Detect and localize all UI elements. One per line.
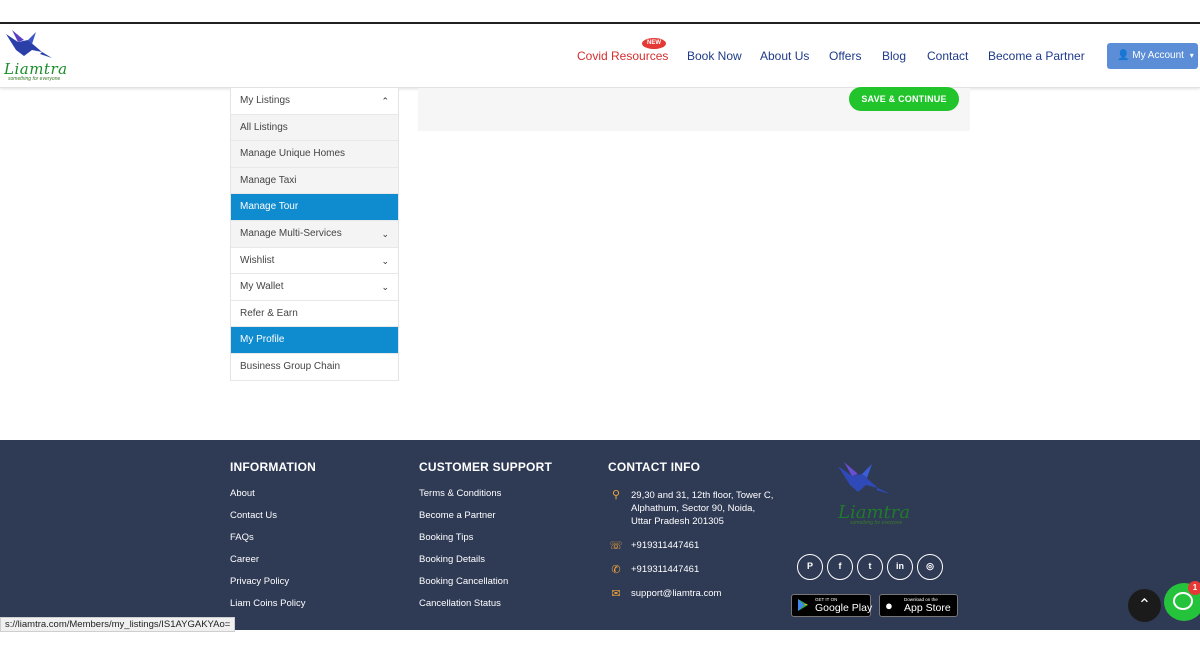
address-line-3: Uttar Pradesh 201305: [631, 516, 724, 527]
dashboard-sidebar: My Listings ⌃ All Listings Manage Unique…: [230, 88, 399, 381]
liamtra-logo[interactable]: Liamtra something for everyone: [0, 26, 70, 86]
footer-link-booking-details[interactable]: Booking Details: [419, 554, 485, 565]
sidebar-item-label: My Listings: [240, 95, 291, 106]
footer-heading-contact-info: CONTACT INFO: [608, 460, 701, 474]
sidebar-item-label: Manage Unique Homes: [240, 148, 346, 160]
footer-link-booking-cancellation[interactable]: Booking Cancellation: [419, 576, 508, 587]
apple-icon: ●: [885, 598, 893, 613]
nav-about-us[interactable]: About Us: [760, 49, 809, 69]
my-account-label: My Account: [1132, 50, 1184, 61]
chevron-down-icon: ⌄: [381, 255, 389, 266]
sidebar-item-my-wallet[interactable]: My Wallet ⌄: [231, 274, 398, 301]
my-account-button[interactable]: 👤 My Account ▾: [1107, 43, 1198, 69]
sidebar-item-refer-earn[interactable]: Refer & Earn: [231, 300, 398, 328]
logo-tagline: something for everyone: [8, 76, 61, 82]
address-line-2: Alphathum, Sector 90, Noida,: [631, 503, 756, 514]
page: Liamtra something for everyone NEW Covid…: [0, 0, 1200, 650]
sidebar-item-label: Refer & Earn: [240, 307, 298, 319]
facebook-icon[interactable]: f: [827, 554, 853, 580]
chat-notification-badge: 1: [1188, 581, 1200, 595]
footer-link-about[interactable]: About: [230, 488, 255, 499]
sidebar-item-label: Business Group Chain: [240, 360, 341, 372]
footer-link-faqs[interactable]: FAQs: [230, 532, 254, 543]
twitter-icon[interactable]: t: [857, 554, 883, 580]
chat-widget-button[interactable]: 1: [1164, 581, 1200, 621]
user-icon: 👤: [1117, 50, 1130, 61]
app-store-large-text: App Store: [904, 602, 951, 614]
footer-link-liam-coins-policy[interactable]: Liam Coins Policy: [230, 598, 306, 609]
footer-link-career[interactable]: Career: [230, 554, 259, 565]
chevron-down-icon: ⌄: [381, 228, 389, 239]
email-icon: ✉: [611, 588, 621, 600]
footer-link-cancellation-status[interactable]: Cancellation Status: [419, 598, 501, 609]
sidebar-item-label: Manage Multi-Services: [240, 227, 342, 239]
sidebar-item-label: My Wallet: [240, 281, 284, 293]
footer-logo-tagline: something for everyone: [850, 520, 903, 526]
footer-heading-information: INFORMATION: [230, 460, 316, 474]
footer-link-terms[interactable]: Terms & Conditions: [419, 488, 501, 499]
sidebar-item-my-listings[interactable]: My Listings ⌃: [231, 88, 398, 115]
sidebar-item-label: Wishlist: [240, 254, 275, 266]
sidebar-item-manage-taxi[interactable]: Manage Taxi: [231, 167, 398, 195]
browser-status-url: s://liamtra.com/Members/my_listings/IS1A…: [0, 617, 236, 632]
chevron-up-icon: ⌃: [381, 96, 389, 106]
chevron-down-icon: ⌄: [381, 282, 389, 293]
footer-link-privacy-policy[interactable]: Privacy Policy: [230, 576, 289, 587]
sidebar-item-label: Manage Taxi: [240, 174, 297, 186]
phone-icon: ☏: [609, 540, 623, 552]
nav-covid-resources[interactable]: Covid Resources: [577, 49, 668, 69]
sidebar-item-manage-tour[interactable]: Manage Tour: [231, 194, 398, 221]
google-play-icon: [798, 599, 808, 611]
sidebar-item-all-listings[interactable]: All Listings: [231, 114, 398, 142]
site-footer: INFORMATION About Contact Us FAQs Career…: [0, 440, 1200, 630]
nav-offers[interactable]: Offers: [829, 49, 861, 69]
nav-become-partner[interactable]: Become a Partner: [988, 49, 1085, 69]
google-play-large-text: Google Play: [815, 602, 873, 614]
footer-heading-customer-support: CUSTOMER SUPPORT: [419, 460, 552, 474]
phone-number[interactable]: +919311447461: [631, 539, 699, 552]
whatsapp-icon: ✆: [611, 564, 621, 576]
footer-link-booking-tips[interactable]: Booking Tips: [419, 532, 473, 543]
linkedin-icon[interactable]: in: [887, 554, 913, 580]
instagram-icon[interactable]: ◎: [917, 554, 943, 580]
pinterest-icon[interactable]: P: [797, 554, 823, 580]
whatsapp-number[interactable]: +919311447461: [631, 563, 699, 576]
new-badge: NEW: [642, 38, 666, 49]
sidebar-item-manage-unique-homes[interactable]: Manage Unique Homes: [231, 141, 398, 168]
save-continue-button[interactable]: SAVE & CONTINUE: [849, 87, 959, 111]
sidebar-item-label: Manage Tour: [240, 201, 299, 213]
hummingbird-icon: [838, 462, 890, 494]
location-pin-icon: ⚲: [611, 489, 621, 501]
sidebar-item-business-group-chain[interactable]: Business Group Chain: [231, 353, 398, 381]
footer-link-become-partner[interactable]: Become a Partner: [419, 510, 496, 521]
google-play-button[interactable]: GET IT ON Google Play: [791, 594, 873, 617]
sidebar-item-wishlist[interactable]: Wishlist ⌄: [231, 247, 398, 275]
nav-book-now[interactable]: Book Now: [687, 49, 742, 69]
site-header: Liamtra something for everyone NEW Covid…: [0, 24, 1200, 88]
app-store-button[interactable]: ● Download on the App Store: [879, 594, 958, 617]
chevron-up-icon: ⌃: [1137, 597, 1152, 614]
nav-blog[interactable]: Blog: [882, 49, 906, 69]
sidebar-item-label: All Listings: [240, 121, 288, 133]
sidebar-item-manage-multi-services[interactable]: Manage Multi-Services ⌄: [231, 220, 398, 248]
address-line-1: 29,30 and 31, 12th floor, Tower C,: [631, 490, 774, 501]
scroll-to-top-button[interactable]: ⌃: [1128, 589, 1161, 622]
nav-contact[interactable]: Contact: [927, 49, 968, 69]
sidebar-item-label: My Profile: [240, 334, 285, 346]
chevron-down-icon: ▾: [1189, 51, 1194, 60]
chat-bubble-icon: [1173, 592, 1193, 610]
sidebar-item-my-profile[interactable]: My Profile: [231, 327, 398, 354]
footer-link-contact-us[interactable]: Contact Us: [230, 510, 277, 521]
support-email[interactable]: support@liamtra.com: [631, 587, 721, 600]
